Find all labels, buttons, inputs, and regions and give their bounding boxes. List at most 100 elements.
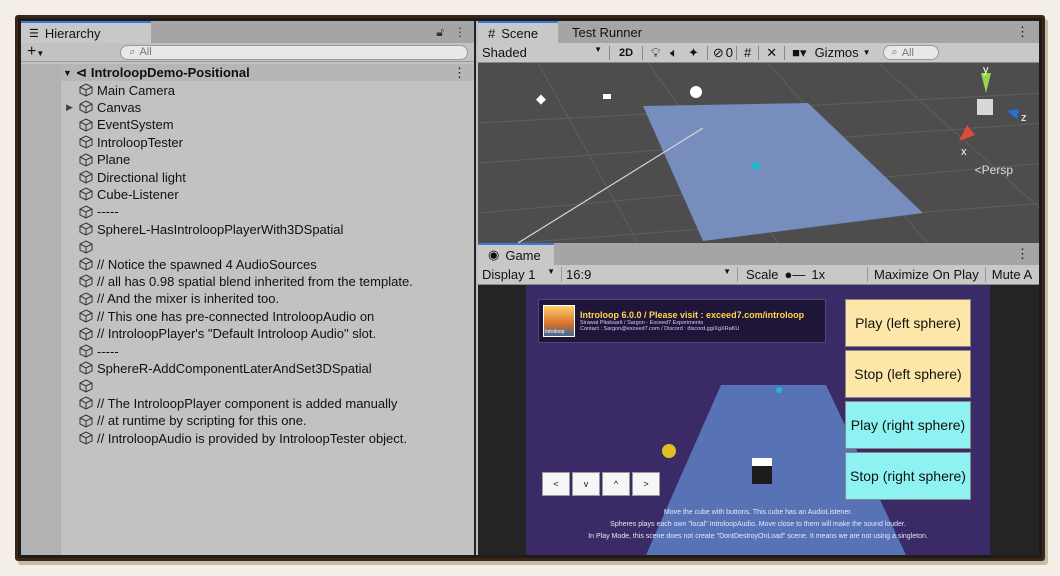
- gameobject-cube-icon: [79, 414, 93, 428]
- visibility-icon[interactable]: ⊘: [711, 45, 726, 61]
- hierarchy-item[interactable]: // This one has pre-connected IntroloopA…: [61, 308, 474, 325]
- svg-text:z: z: [1021, 112, 1027, 124]
- hierarchy-item-label: Plane: [97, 152, 131, 168]
- gameobject-cube-icon: [79, 135, 93, 149]
- move-down-button[interactable]: v: [572, 472, 600, 496]
- slider-handle-icon[interactable]: ●—: [785, 267, 806, 282]
- hierarchy-item[interactable]: Plane: [61, 151, 474, 168]
- kebab-menu-icon[interactable]: ⋮: [1016, 24, 1029, 40]
- audio-icon[interactable]: 🔈︎: [665, 45, 683, 61]
- lock-icon[interactable]: 🔓︎: [436, 25, 444, 40]
- hierarchy-item[interactable]: ▶ Canvas: [61, 99, 474, 116]
- gameobject-cube-icon: [79, 344, 93, 358]
- gameobject-cube-icon: [79, 431, 93, 445]
- hierarchy-item[interactable]: SphereL-HasIntroloopPlayerWith3DSpatial: [61, 221, 474, 238]
- kebab-menu-icon[interactable]: ⋮: [1016, 246, 1029, 262]
- stop-right-sphere-button[interactable]: Stop (right sphere): [845, 452, 971, 500]
- effects-icon[interactable]: ✦: [683, 45, 704, 61]
- gameobject-cube-icon: [79, 205, 93, 219]
- kebab-menu-icon[interactable]: ⋮: [454, 25, 466, 40]
- game-tabbar: ◉ Game ⋮: [478, 243, 1039, 265]
- hierarchy-item[interactable]: // And the mixer is inherited too.: [61, 290, 474, 307]
- play-left-sphere-button[interactable]: Play (left sphere): [845, 299, 971, 347]
- scene-search-input[interactable]: ⌕ All: [882, 45, 939, 60]
- game-viewport: Introloop Introloop 6.0.0 / Please visit…: [478, 285, 1039, 555]
- scale-slider[interactable]: Scale ●— 1x: [737, 267, 867, 282]
- move-left-button[interactable]: <: [542, 472, 570, 496]
- tab-scene[interactable]: # Scene: [478, 21, 558, 43]
- hierarchy-item-label: // IntroloopPlayer's "Default Introloop …: [97, 326, 377, 342]
- aspect-dropdown[interactable]: 16:9 ▼: [561, 267, 737, 282]
- toggle-2d-button[interactable]: 2D: [613, 47, 639, 59]
- gameobject-cube-icon: [79, 257, 93, 271]
- gizmos-dropdown[interactable]: Gizmos: [811, 45, 863, 60]
- move-up-button[interactable]: ^: [602, 472, 630, 496]
- camera-icon[interactable]: ■▾: [788, 45, 810, 61]
- expand-arrow-icon[interactable]: ▶: [66, 102, 73, 113]
- hierarchy-panel: ☰ Hierarchy 🔓︎ ⋮ +▼ ⌕ All ▼ ⊲ IntroloopD…: [21, 21, 476, 555]
- mute-audio-toggle[interactable]: Mute A: [984, 267, 1038, 282]
- scene-root-row[interactable]: ▼ ⊲ IntroloopDemo-Positional ⋮: [61, 64, 474, 82]
- hierarchy-item[interactable]: Main Camera: [61, 81, 474, 98]
- add-button[interactable]: +▼: [27, 43, 44, 61]
- chevron-down-icon: ▼: [36, 49, 45, 58]
- hierarchy-item[interactable]: // at runtime by scripting for this one.: [61, 412, 474, 429]
- hierarchy-item-label: -----: [97, 204, 119, 220]
- game-note: Move the cube with buttons. This cube ha…: [663, 509, 853, 516]
- hierarchy-item[interactable]: // IntroloopAudio is provided by Introlo…: [61, 429, 474, 446]
- hierarchy-item[interactable]: [61, 238, 474, 255]
- scene-menu-icon[interactable]: ⋮: [453, 65, 466, 81]
- hierarchy-item[interactable]: [61, 377, 474, 394]
- game-panel: ◉ Game ⋮ Display 1 ▼ 16:9 ▼ Scale ●— 1x Ma…: [478, 243, 1039, 555]
- hierarchy-item[interactable]: EventSystem: [61, 116, 474, 133]
- play-right-sphere-button[interactable]: Play (right sphere): [845, 401, 971, 449]
- expand-arrow-icon[interactable]: ▼: [63, 68, 72, 78]
- display-dropdown[interactable]: Display 1 ▼: [478, 267, 561, 282]
- unity-editor: ☰ Hierarchy 🔓︎ ⋮ +▼ ⌕ All ▼ ⊲ IntroloopD…: [21, 21, 1039, 555]
- hierarchy-item[interactable]: SphereR-AddComponentLaterAndSet3DSpatial: [61, 360, 474, 377]
- persp-label[interactable]: <Persp: [975, 163, 1013, 177]
- grid-toggle-icon[interactable]: #: [740, 45, 755, 60]
- tab-hierarchy[interactable]: ☰ Hierarchy: [21, 21, 151, 43]
- maximize-on-play-toggle[interactable]: Maximize On Play: [867, 267, 985, 282]
- hidden-count: 0: [725, 45, 734, 60]
- hierarchy-item[interactable]: // IntroloopPlayer's "Default Introloop …: [61, 325, 474, 342]
- hierarchy-toolbar: +▼ ⌕ All: [21, 43, 474, 62]
- gameobject-cube-icon: [79, 361, 93, 376]
- hierarchy-item-label: IntroloopTester: [97, 134, 183, 150]
- tab-game[interactable]: ◉ Game: [478, 243, 554, 265]
- hierarchy-item[interactable]: -----: [61, 342, 474, 359]
- hierarchy-search-input[interactable]: ⌕ All: [120, 44, 468, 60]
- cube-object: [603, 94, 611, 99]
- hierarchy-tree: ▼ ⊲ IntroloopDemo-Positional ⋮ Main Came…: [21, 64, 474, 555]
- hierarchy-item[interactable]: // Notice the spawned 4 AudioSources: [61, 255, 474, 272]
- hierarchy-item-label: // all has 0.98 spatial blend inherited …: [97, 273, 413, 289]
- hierarchy-item[interactable]: // all has 0.98 spatial blend inherited …: [61, 273, 474, 290]
- tab-test-runner[interactable]: Test Runner: [562, 21, 652, 43]
- shading-mode-dropdown[interactable]: Shaded ▼: [478, 45, 606, 60]
- chevron-down-icon[interactable]: ▼: [863, 48, 871, 57]
- hierarchy-item-label: // at runtime by scripting for this one.: [97, 413, 307, 429]
- scene-panel: # Scene Test Runner ⋮ Shaded ▼ 2D 💡︎ 🔈︎ ✦…: [478, 21, 1039, 243]
- move-right-button[interactable]: >: [632, 472, 660, 496]
- gameobject-cube-icon: [79, 187, 93, 202]
- hierarchy-item[interactable]: Cube-Listener: [61, 186, 474, 203]
- hierarchy-item[interactable]: Directional light: [61, 168, 474, 185]
- hierarchy-item-label: SphereL-HasIntroloopPlayerWith3DSpatial: [97, 221, 344, 237]
- hierarchy-item-label: -----: [97, 343, 119, 359]
- scene-viewport[interactable]: ◆ y x z <Persp: [478, 63, 1039, 243]
- stop-left-sphere-button[interactable]: Stop (left sphere): [845, 350, 971, 398]
- hierarchy-item[interactable]: // The IntroloopPlayer component is adde…: [61, 395, 474, 412]
- lighting-icon[interactable]: 💡︎: [646, 45, 665, 61]
- tools-icon[interactable]: ✕: [762, 45, 781, 61]
- gameobject-cube-icon: [79, 274, 93, 289]
- hierarchy-item[interactable]: -----: [61, 203, 474, 220]
- hierarchy-tab-label: Hierarchy: [44, 25, 101, 41]
- hierarchy-item[interactable]: IntroloopTester: [61, 134, 474, 151]
- hierarchy-tabbar: ☰ Hierarchy 🔓︎ ⋮: [21, 21, 474, 43]
- ground-plane: [643, 103, 923, 241]
- gameobject-cube-icon: [79, 292, 93, 306]
- gameobject-cube-icon: [79, 309, 93, 323]
- orientation-gizmo[interactable]: y x z: [939, 63, 1029, 173]
- banner-title[interactable]: Introloop 6.0.0 / Please visit : exceed7…: [580, 310, 804, 320]
